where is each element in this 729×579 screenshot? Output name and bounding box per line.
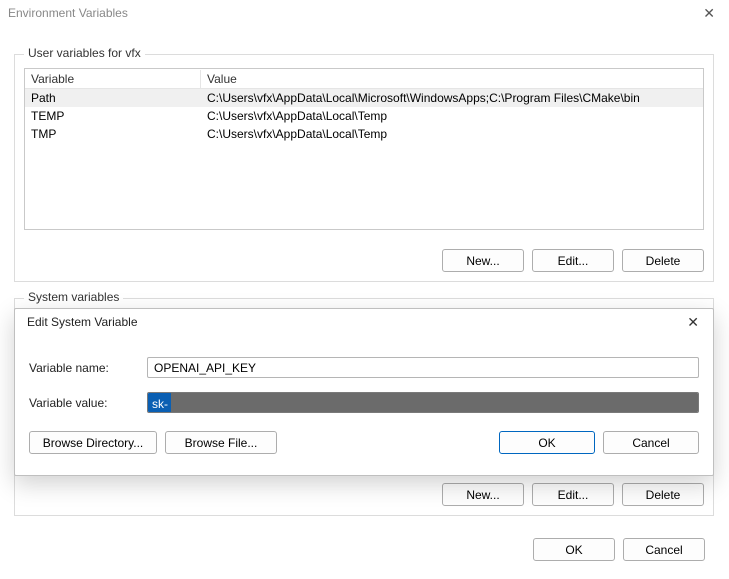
table-header: Variable Value <box>25 69 703 89</box>
user-variables-table[interactable]: Variable Value Path C:\Users\vfx\AppData… <box>24 68 704 230</box>
header-value[interactable]: Value <box>201 70 703 88</box>
user-buttons: New... Edit... Delete <box>442 249 704 272</box>
table-row[interactable]: Path C:\Users\vfx\AppData\Local\Microsof… <box>25 89 703 107</box>
modal-ok-button[interactable]: OK <box>499 431 595 454</box>
modal-cancel-button[interactable]: Cancel <box>603 431 699 454</box>
modal-buttons: Browse Directory... Browse File... OK Ca… <box>15 417 713 454</box>
system-edit-button[interactable]: Edit... <box>532 483 614 506</box>
user-new-button[interactable]: New... <box>442 249 524 272</box>
main-cancel-button[interactable]: Cancel <box>623 538 705 561</box>
modal-close-icon[interactable]: ✕ <box>683 315 703 329</box>
variable-value-label: Variable value: <box>29 396 147 410</box>
system-variables-label: System variables <box>24 290 123 304</box>
browse-file-button[interactable]: Browse File... <box>165 431 277 454</box>
cell-variable: TMP <box>25 125 201 143</box>
system-buttons: New... Edit... Delete <box>442 483 704 506</box>
value-prefix: sk- <box>148 393 171 412</box>
value-redacted <box>171 393 698 412</box>
variable-name-input[interactable] <box>147 357 699 378</box>
main-dialog-buttons: OK Cancel <box>533 538 705 561</box>
user-edit-button[interactable]: Edit... <box>532 249 614 272</box>
system-new-button[interactable]: New... <box>442 483 524 506</box>
user-variables-label: User variables for vfx <box>24 46 145 60</box>
cell-value: C:\Users\vfx\AppData\Local\Microsoft\Win… <box>201 89 703 107</box>
table-row[interactable]: TMP C:\Users\vfx\AppData\Local\Temp <box>25 125 703 143</box>
window-close-icon[interactable]: ✕ <box>699 6 719 20</box>
header-variable[interactable]: Variable <box>25 70 201 88</box>
cell-value: C:\Users\vfx\AppData\Local\Temp <box>201 107 703 125</box>
browse-directory-button[interactable]: Browse Directory... <box>29 431 157 454</box>
system-delete-button[interactable]: Delete <box>622 483 704 506</box>
variable-name-row: Variable name: <box>15 353 713 382</box>
modal-titlebar: Edit System Variable ✕ <box>15 309 713 333</box>
edit-variable-dialog: Edit System Variable ✕ Variable name: Va… <box>14 308 714 476</box>
modal-title: Edit System Variable <box>27 315 138 329</box>
variable-value-input[interactable]: sk- <box>147 392 699 413</box>
cell-value: C:\Users\vfx\AppData\Local\Temp <box>201 125 703 143</box>
variable-value-row: Variable value: sk- <box>15 388 713 417</box>
cell-variable: TEMP <box>25 107 201 125</box>
user-variables-group: User variables for vfx Variable Value Pa… <box>14 54 714 282</box>
variable-name-label: Variable name: <box>29 361 147 375</box>
cell-variable: Path <box>25 89 201 107</box>
user-delete-button[interactable]: Delete <box>622 249 704 272</box>
window-titlebar: Environment Variables ✕ <box>0 0 729 24</box>
table-row[interactable]: TEMP C:\Users\vfx\AppData\Local\Temp <box>25 107 703 125</box>
window-title: Environment Variables <box>8 6 128 20</box>
main-ok-button[interactable]: OK <box>533 538 615 561</box>
